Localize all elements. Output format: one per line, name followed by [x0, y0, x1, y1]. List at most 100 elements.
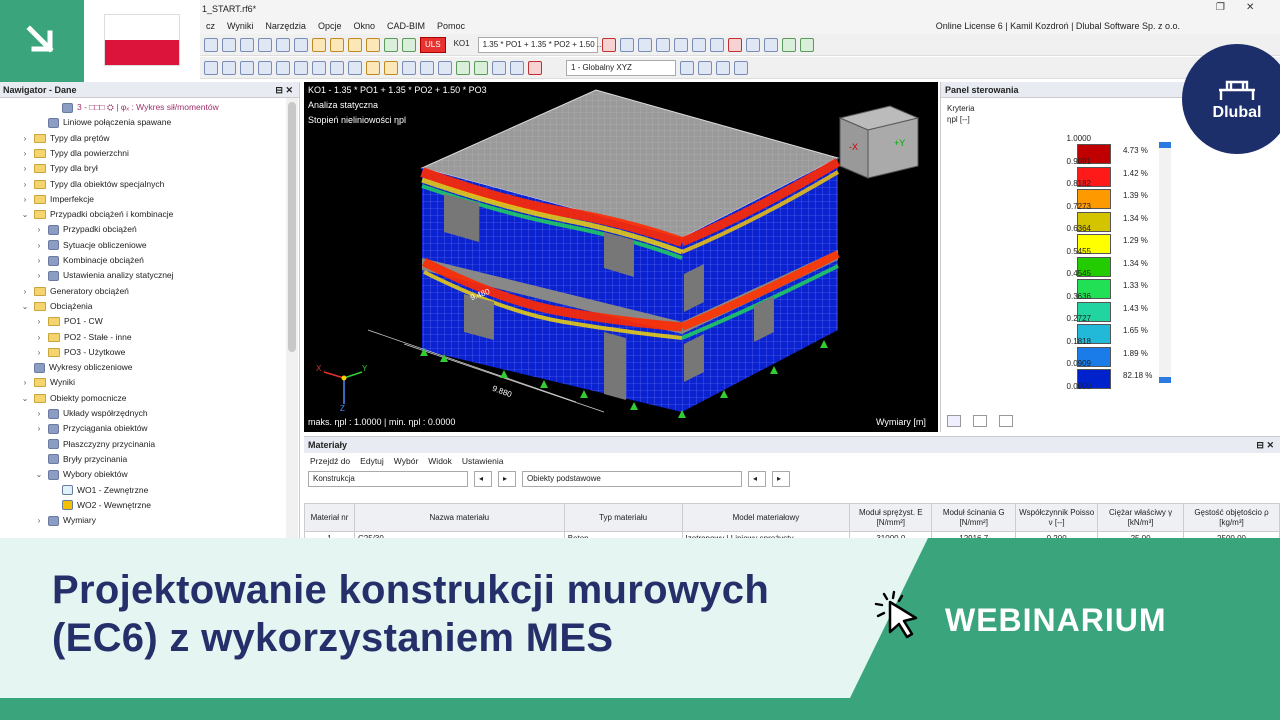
slider-handle-top[interactable] [1159, 142, 1171, 148]
render-icon[interactable] [204, 60, 218, 75]
chevron-right-icon[interactable]: › [20, 192, 30, 207]
view-front-icon[interactable] [716, 60, 730, 75]
node-icon[interactable] [709, 37, 724, 52]
chevron-down-icon[interactable]: ⌄ [20, 391, 30, 406]
render4-icon[interactable] [258, 60, 272, 75]
view-iso-icon[interactable] [698, 60, 712, 75]
column-header[interactable]: Gęstość objętościo ρ [kg/m³] [1183, 503, 1280, 532]
column-header[interactable]: Moduł sprężyst. E [N/mm²] [849, 503, 933, 532]
chevron-right-icon[interactable]: › [20, 146, 30, 161]
next2-icon[interactable]: ▸ [772, 471, 790, 487]
tree-item[interactable]: › Typy dla obiektów specjalnych [20, 177, 164, 192]
tree-item[interactable]: › Generatory obciążeń [20, 284, 129, 299]
render5-icon[interactable] [276, 60, 290, 75]
column-header[interactable]: Materiał nr [304, 503, 355, 532]
cube-icon[interactable] [745, 37, 760, 52]
prev-icon[interactable]: ◂ [474, 471, 492, 487]
legend-slider[interactable] [1159, 142, 1171, 382]
menu-settings[interactable]: Ustawienia [462, 456, 504, 466]
results-icon[interactable] [402, 37, 416, 52]
chevron-right-icon[interactable]: › [20, 131, 30, 146]
menu-item-pomoc[interactable]: Pomoc [431, 21, 471, 31]
tree-item[interactable]: WO2 - Wewnętrzne [48, 498, 151, 513]
render8-icon[interactable] [330, 60, 344, 75]
mesh3-icon[interactable] [438, 60, 452, 75]
tree-item[interactable]: › Przypadki obciążeń [34, 222, 137, 237]
chevron-right-icon[interactable]: › [34, 421, 44, 436]
tree-item[interactable]: › Wyniki [20, 375, 75, 390]
tree-item[interactable]: Wykresy obliczeniowe [20, 360, 133, 375]
note-icon[interactable] [366, 37, 380, 52]
object-type-select[interactable]: Obiekty podstawowe [522, 471, 742, 487]
tree-item[interactable]: Bryły przycinania [34, 452, 127, 467]
render3-icon[interactable] [240, 60, 254, 75]
chevron-down-icon[interactable]: ⌄ [20, 207, 30, 222]
render2-icon[interactable] [222, 60, 236, 75]
menu-edit[interactable]: Edytuj [360, 456, 384, 466]
member-icon[interactable] [637, 37, 652, 52]
tree-item[interactable]: › PO2 - Stałe - inne [34, 330, 132, 345]
menu-item-wyniki[interactable]: Wyniki [221, 21, 259, 31]
solid-icon[interactable] [673, 37, 688, 52]
tree-item[interactable]: WO1 - Zewnętrzne [48, 483, 148, 498]
section2-icon[interactable] [510, 60, 524, 75]
tree-item[interactable]: › Układy współrzędnych [34, 406, 148, 421]
close-icon[interactable]: ✕ [1246, 2, 1254, 13]
render7-icon[interactable] [312, 60, 326, 75]
pin-icon[interactable]: ⊟ ✕ [1256, 437, 1274, 453]
chevron-right-icon[interactable]: › [20, 284, 30, 299]
load2-icon[interactable] [384, 60, 398, 75]
column-header[interactable]: Typ materiału [563, 503, 683, 532]
section-icon[interactable] [492, 60, 506, 75]
tree-item[interactable]: › Sytuacje obliczeniowe [34, 238, 147, 253]
chevron-down-icon[interactable]: ⌄ [20, 299, 30, 314]
tree-item[interactable]: ⌄ Przypadki obciążeń i kombinacje [20, 207, 173, 222]
3d-viewport[interactable]: KO1 - 1.35 * PO1 + 1.35 * PO2 + 1.50 * P… [304, 82, 938, 432]
tree-item[interactable]: › Przyciągania obiektów [34, 421, 148, 436]
column-header[interactable]: Model materiałowy [681, 503, 851, 532]
tree-item[interactable]: › Typy dla powierzchni [20, 146, 129, 161]
tree-item[interactable]: ⌄ Wybory obiektów [34, 467, 128, 482]
tree-item[interactable]: ⌄ Obiekty pomocnicze [20, 391, 127, 406]
chevron-right-icon[interactable]: › [34, 268, 44, 283]
chevron-right-icon[interactable]: › [34, 222, 44, 237]
pin-icon[interactable]: ⊟ ✕ [275, 82, 293, 97]
redo-icon[interactable] [222, 37, 236, 52]
color-icon[interactable] [528, 60, 542, 75]
load-icon[interactable] [366, 60, 380, 75]
tree-item[interactable]: Liniowe połączenia spawane [34, 115, 171, 130]
tree-item[interactable]: › PO1 - CW [34, 314, 103, 329]
axis-icon[interactable] [781, 37, 796, 52]
render6-icon[interactable] [294, 60, 308, 75]
chevron-right-icon[interactable]: › [34, 238, 44, 253]
category-select[interactable]: Konstrukcja [308, 471, 468, 487]
menu-item-cz[interactable]: cz [200, 21, 221, 31]
tree-item[interactable]: › Wymiary [34, 513, 96, 528]
tree-item[interactable]: › Typy dla brył [20, 161, 98, 176]
support-icon[interactable] [619, 37, 634, 52]
prev2-icon[interactable]: ◂ [748, 471, 766, 487]
mesh-icon[interactable] [402, 60, 416, 75]
menu-item-cad-bim[interactable]: CAD-BIM [381, 21, 431, 31]
chevron-right-icon[interactable]: › [34, 513, 44, 528]
menu-selection[interactable]: Wybór [394, 456, 418, 466]
column-header[interactable]: Ciężar właściwy γ [kN/m³] [1097, 503, 1185, 532]
grid-icon[interactable] [276, 37, 290, 52]
chevron-right-icon[interactable]: › [34, 345, 44, 360]
balance-tab-icon[interactable] [973, 415, 987, 427]
wave-icon[interactable] [456, 60, 470, 75]
restore-icon[interactable]: ❐ [1216, 2, 1225, 13]
chevron-right-icon[interactable]: › [20, 375, 30, 390]
target-icon[interactable] [348, 37, 362, 52]
menu-item-okno[interactable]: Okno [347, 21, 381, 31]
menu-item-opcje[interactable]: Opcje [312, 21, 348, 31]
tree-item[interactable]: Płaszczyzny przycinania [34, 437, 155, 452]
line-icon[interactable] [691, 37, 706, 52]
surface-icon[interactable] [655, 37, 670, 52]
chevron-right-icon[interactable]: › [34, 314, 44, 329]
filter-icon[interactable] [727, 37, 742, 52]
chevron-down-icon[interactable]: ⌄ [34, 467, 44, 482]
loadcombo-select[interactable]: 1.35 * PO1 + 1.35 * PO2 + 1.50 ... [477, 36, 604, 53]
axis2-icon[interactable] [799, 37, 814, 52]
tree-item[interactable]: › Imperfekcje [20, 192, 94, 207]
